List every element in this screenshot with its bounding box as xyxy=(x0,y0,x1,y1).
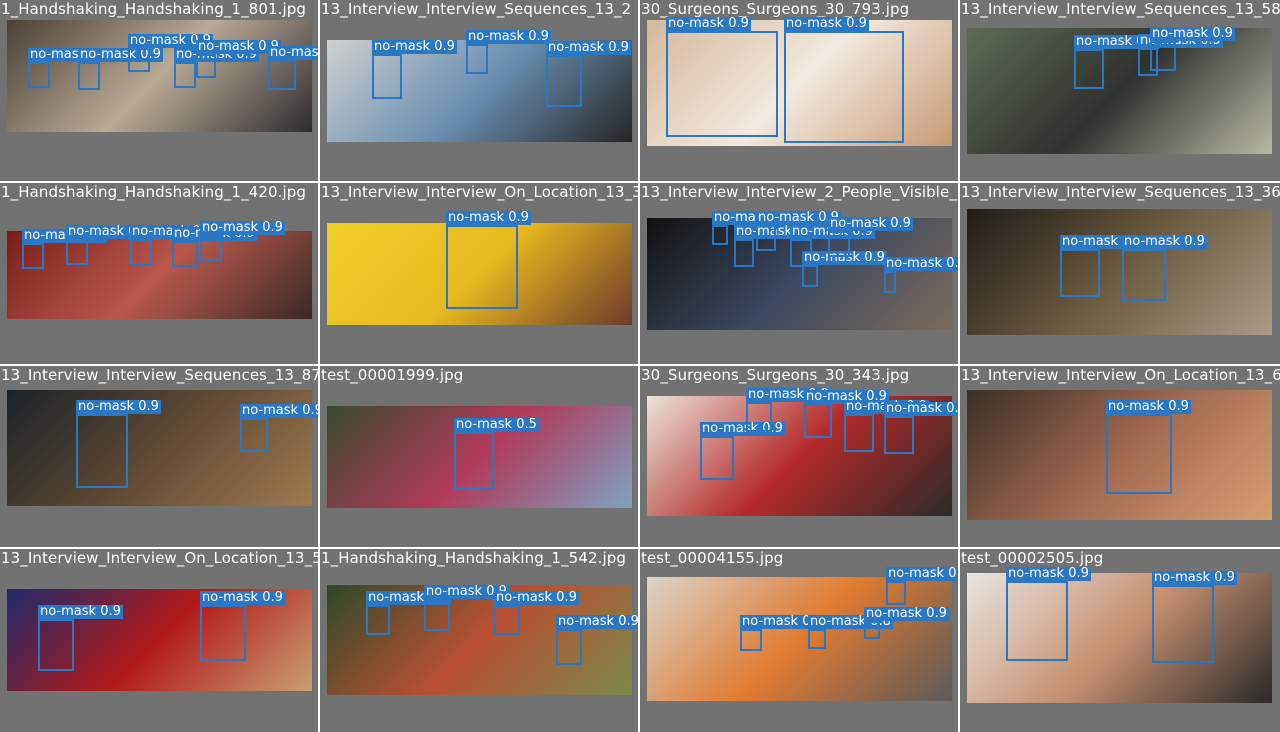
tile-filename: 1_Handshaking_Handshaking_1_420.jpg xyxy=(1,183,306,201)
tile-filename: 13_Interview_Interview_Sequences_13_36 xyxy=(961,183,1280,201)
detection-image xyxy=(967,209,1272,335)
result-tile: 13_Interview_Interview_On_Location_13_3n… xyxy=(320,183,638,364)
detection-label: no-mask 0.9 xyxy=(200,590,285,605)
detection-label: no-mask 0.9 xyxy=(884,402,958,416)
tile-filename: 13_Interview_Interview_2_People_Visible_ xyxy=(641,183,957,201)
detection-label: no-mask 0.9 xyxy=(556,615,638,629)
detection-label: no-mask 0.9 xyxy=(784,16,869,31)
result-tile: test_00001999.jpg no-mask 0.5 xyxy=(320,366,638,547)
result-tile: 13_Interview_Interview_2_People_Visible_… xyxy=(640,183,958,364)
tile-filename: 13_Interview_Interview_On_Location_13_6 xyxy=(961,366,1280,384)
detection-label: no-mask 0.9 xyxy=(76,399,161,414)
result-tile: 13_Interview_Interview_On_Location_13_5n… xyxy=(0,549,318,732)
detection-label: no-mask 0.9 xyxy=(78,47,163,62)
result-tile: test_00002505.jpg no-mask 0.9 no-mask 0.9 xyxy=(960,549,1280,732)
tile-filename: test_00001999.jpg xyxy=(321,366,464,384)
result-tile: 13_Interview_Interview_Sequences_13_58no… xyxy=(960,0,1280,181)
detection-results-grid: 1_Handshaking_Handshaking_1_801.jpg no-ma… xyxy=(0,0,1280,732)
result-tile: 1_Handshaking_Handshaking_1_542.jpg no-ma… xyxy=(320,549,638,732)
tile-filename: 30_Surgeons_Surgeons_30_343.jpg xyxy=(641,366,910,384)
detection-image xyxy=(647,577,952,701)
tile-filename: test_00004155.jpg xyxy=(641,549,784,567)
detection-label: no-mask 0.9 xyxy=(828,216,913,231)
result-tile: test_00004155.jpg no-mask 0.8 no-mask 0.8 n… xyxy=(640,549,958,732)
result-tile: 13_Interview_Interview_On_Location_13_6n… xyxy=(960,366,1280,547)
detection-label: no-mask 0.9 xyxy=(372,39,457,54)
detection-label: no-mask 0.9 xyxy=(546,40,631,55)
detection-label: no-mask 0.9 xyxy=(38,604,123,619)
tile-filename: test_00002505.jpg xyxy=(961,549,1104,567)
detection-label: no-mask 0.9 xyxy=(494,590,579,605)
detection-label: no-mask 0.9 xyxy=(802,250,887,265)
detection-label: no-mask 0.9 xyxy=(466,29,551,44)
detection-label: no-mask 0.9 xyxy=(700,421,785,436)
detection-label: no-mask 0.9 xyxy=(1122,234,1207,249)
tile-filename: 13_Interview_Interview_Sequences_13_2 xyxy=(321,0,632,18)
detection-image xyxy=(647,20,952,146)
result-tile: 30_Surgeons_Surgeons_30_343.jpg no-mask 0… xyxy=(640,366,958,547)
detection-label: no-mask 0.9 xyxy=(864,606,949,621)
detection-label: no-mask 0.9 xyxy=(886,567,958,581)
detection-image xyxy=(7,231,312,319)
result-tile: 30_Surgeons_Surgeons_30_793.jpg no-mask 0… xyxy=(640,0,958,181)
result-tile: 1_Handshaking_Handshaking_1_801.jpg no-ma… xyxy=(0,0,318,181)
tile-filename: 1_Handshaking_Handshaking_1_542.jpg xyxy=(321,549,626,567)
result-tile: 1_Handshaking_Handshaking_1_420.jpg no-ma… xyxy=(0,183,318,364)
tile-filename: 13_Interview_Interview_Sequences_13_87 xyxy=(1,366,318,384)
detection-image xyxy=(327,223,632,325)
result-tile: 13_Interview_Interview_Sequences_13_2 no-… xyxy=(320,0,638,181)
tile-filename: 1_Handshaking_Handshaking_1_801.jpg xyxy=(1,0,306,18)
detection-label: no-mask 0.9 xyxy=(240,404,318,418)
detection-label: no-mask 0.9 xyxy=(1152,570,1237,585)
tile-filename: 13_Interview_Interview_On_Location_13_3 xyxy=(321,183,638,201)
detection-label: no-mask 0.9 xyxy=(1150,26,1235,41)
tile-filename: 13_Interview_Interview_On_Location_13_5 xyxy=(1,549,318,567)
detection-label: no-mask 0.9 xyxy=(1006,566,1091,581)
detection-label: no-mask 0.9 xyxy=(200,220,285,235)
detection-label: no-mask 0.5 xyxy=(454,417,539,432)
detection-label: no-mask 0.9 xyxy=(666,16,751,31)
detection-label: no-mask 0.9 xyxy=(446,210,531,225)
tile-filename: 13_Interview_Interview_Sequences_13_58 xyxy=(961,0,1280,18)
detection-label: no-mask 0.9 xyxy=(268,46,318,60)
detection-image xyxy=(327,40,632,142)
result-tile: 13_Interview_Interview_Sequences_13_36no… xyxy=(960,183,1280,364)
detection-label: no-mask 0.9 xyxy=(884,257,958,271)
result-tile: 13_Interview_Interview_Sequences_13_87no… xyxy=(0,366,318,547)
detection-image xyxy=(967,573,1272,703)
detection-label: no-mask 0.9 xyxy=(1106,399,1191,414)
